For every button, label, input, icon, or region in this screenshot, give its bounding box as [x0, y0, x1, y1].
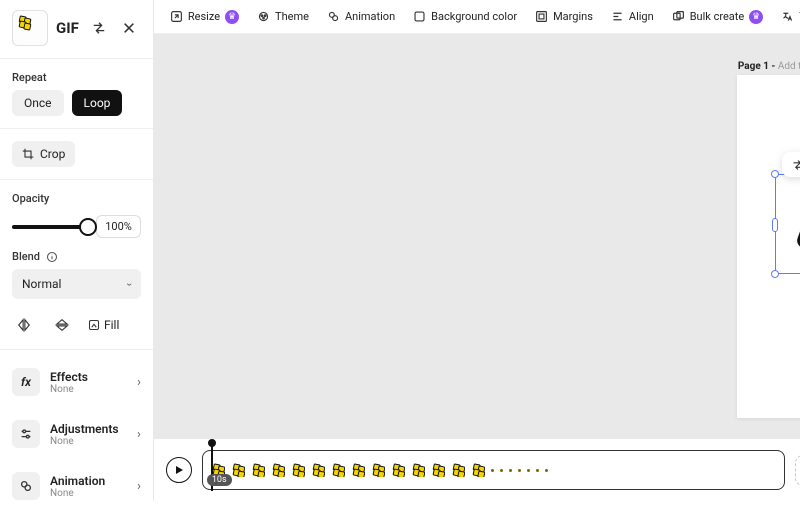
opacity-label: Opacity: [12, 192, 141, 205]
add-scene-button[interactable]: + Add scene: [795, 455, 800, 486]
selection-box[interactable]: [775, 174, 800, 274]
opacity-slider-knob[interactable]: [79, 218, 97, 236]
animation-sub: None: [50, 488, 127, 499]
frame-thumb[interactable]: [251, 463, 265, 477]
frame-thumb[interactable]: [331, 463, 345, 477]
animation-row[interactable]: Animation None ›: [12, 466, 141, 506]
crop-button[interactable]: Crop: [12, 141, 75, 167]
fill-label: Fill: [104, 318, 119, 332]
divider: [0, 128, 153, 129]
effects-sub: None: [50, 384, 127, 395]
top-toolbar: Resize ♛ Theme Animation Background colo…: [154, 0, 800, 34]
frame-thumb[interactable]: [471, 463, 485, 477]
blend-select[interactable]: Normal ›: [12, 269, 141, 299]
repeat-once-button[interactable]: Once: [12, 90, 64, 116]
frame-thumb[interactable]: [351, 463, 365, 477]
frame-thumb[interactable]: [411, 463, 425, 477]
effects-title: Effects: [50, 370, 127, 384]
background-color-button[interactable]: Background color: [405, 6, 525, 27]
margins-button[interactable]: Margins: [527, 6, 601, 27]
adjustments-title: Adjustments: [50, 422, 127, 436]
adjustments-sub: None: [50, 436, 127, 447]
frame-thumb[interactable]: [431, 463, 445, 477]
crop-label: Crop: [40, 147, 65, 161]
bulk-create-button[interactable]: Bulk create ♛: [664, 6, 772, 28]
replace-button[interactable]: Replace: [788, 156, 800, 173]
blend-value: Normal: [22, 277, 61, 291]
swap-icon[interactable]: [87, 16, 111, 40]
frame-thumb[interactable]: [391, 463, 405, 477]
adjustments-row[interactable]: Adjustments None ›: [12, 414, 141, 454]
repeat-label: Repeat: [12, 71, 141, 84]
frame-dot[interactable]: [536, 469, 539, 472]
chevron-right-icon: ›: [137, 479, 141, 494]
divider: [0, 349, 153, 350]
divider: [0, 179, 153, 180]
flip-vertical-icon[interactable]: [50, 313, 74, 337]
crown-icon: ♛: [749, 10, 763, 24]
opacity-value[interactable]: 100%: [96, 215, 141, 238]
fill-button[interactable]: Fill: [88, 313, 119, 337]
duration-badge: 10s: [207, 474, 232, 486]
frame-dot[interactable]: [545, 469, 548, 472]
resize-handle-w[interactable]: [772, 218, 778, 232]
chevron-down-icon: ›: [123, 282, 136, 285]
properties-panel: GIF Repeat Once Loop Crop Opacity 100%: [0, 0, 154, 501]
flip-horizontal-icon[interactable]: [12, 313, 36, 337]
selection-toolbar: Replace: [782, 152, 800, 177]
effects-icon: fx: [12, 368, 40, 396]
frame-thumb[interactable]: [291, 463, 305, 477]
frame-thumb[interactable]: [271, 463, 285, 477]
panel-header: GIF: [12, 10, 141, 46]
animation-icon: [12, 472, 40, 500]
theme-button[interactable]: Theme: [249, 6, 317, 27]
frame-dot[interactable]: [518, 469, 521, 472]
animation-button[interactable]: Animation: [319, 6, 403, 27]
opacity-slider[interactable]: [12, 225, 88, 229]
transform-tools: Fill: [12, 313, 141, 337]
translate-button[interactable]: Translate NEW: [773, 6, 800, 28]
crown-icon: ♛: [225, 10, 239, 24]
main-area: Resize ♛ Theme Animation Background colo…: [154, 0, 800, 501]
chevron-right-icon: ›: [137, 427, 141, 442]
frame-dot[interactable]: [500, 469, 503, 472]
page-label[interactable]: Page 1 - Add title: [738, 61, 800, 72]
frame-dot[interactable]: [527, 469, 530, 472]
resize-button[interactable]: Resize ♛: [162, 6, 247, 28]
align-button[interactable]: Align: [603, 6, 662, 27]
blend-section: Blend Normal ›: [12, 250, 141, 299]
opacity-section: Opacity 100%: [12, 192, 141, 238]
divider: [0, 58, 153, 59]
gif-object[interactable]: [776, 175, 800, 275]
blend-label: Blend: [12, 250, 40, 263]
info-icon[interactable]: [46, 251, 58, 263]
repeat-loop-button[interactable]: Loop: [72, 90, 123, 116]
frame-thumb[interactable]: [371, 463, 385, 477]
animation-title: Animation: [50, 474, 127, 488]
effects-row[interactable]: fx Effects None ›: [12, 362, 141, 402]
timeline: 10s + Add scene: [154, 439, 800, 501]
close-icon[interactable]: [117, 16, 141, 40]
chevron-right-icon: ›: [137, 375, 141, 390]
panel-title: GIF: [56, 19, 79, 37]
adjustments-icon: [12, 420, 40, 448]
frame-dot[interactable]: [509, 469, 512, 472]
frame-thumb[interactable]: [451, 463, 465, 477]
repeat-section: Repeat Once Loop: [12, 71, 141, 116]
frames-track[interactable]: 10s: [202, 450, 785, 490]
play-button[interactable]: [166, 457, 192, 483]
frame-thumb[interactable]: [311, 463, 325, 477]
resize-handle-nw[interactable]: [771, 170, 779, 178]
frame-thumb[interactable]: [231, 463, 245, 477]
gif-thumbnail[interactable]: [12, 10, 48, 46]
frame-dot[interactable]: [491, 469, 494, 472]
canvas[interactable]: Page 1 - Add title: [154, 34, 800, 439]
resize-handle-sw[interactable]: [771, 270, 779, 278]
